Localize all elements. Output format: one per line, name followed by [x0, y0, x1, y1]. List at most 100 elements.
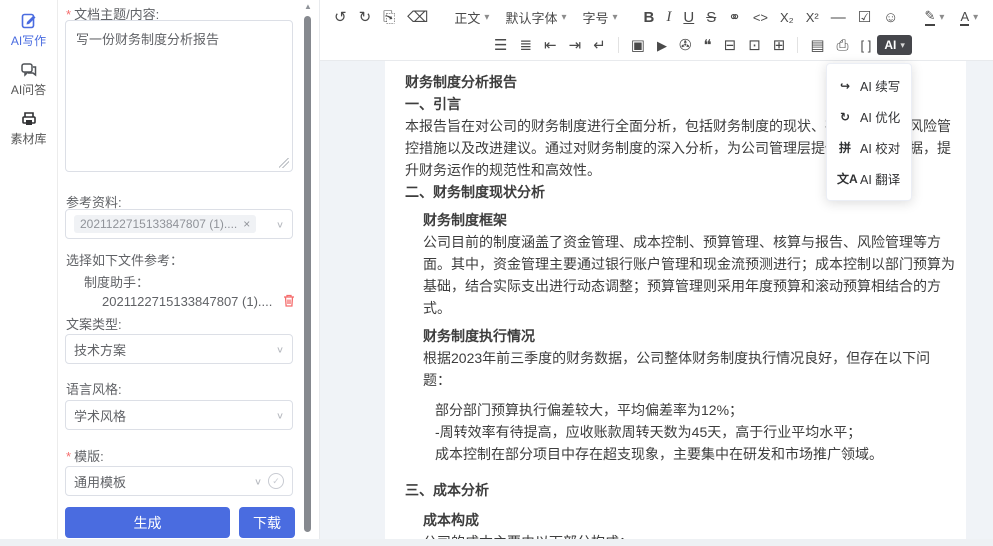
insert-video-icon[interactable]: ▶ — [651, 37, 673, 54]
remove-tag-icon[interactable]: × — [243, 217, 250, 231]
reference-file-name: 2021122715133847807 (1).... — [102, 294, 272, 309]
ai-optimize-icon: ↻ — [837, 110, 853, 124]
highlight-pen-icon: ✎ — [925, 8, 936, 26]
panel-scrollbar[interactable]: ▲ — [303, 0, 313, 539]
chevron-down-icon: ∨ — [276, 219, 284, 229]
code-inline-icon[interactable]: <> — [747, 9, 774, 26]
toolbar-separator — [618, 37, 619, 53]
horizontal-rule-icon[interactable]: — — [825, 8, 852, 27]
required-mark: * — [66, 449, 71, 464]
bullet-list-icon[interactable]: ☰ — [488, 36, 513, 55]
table-icon[interactable]: ⊞ — [767, 36, 792, 55]
template-label: *模版: — [66, 446, 104, 465]
rail-item-label: AI问答 — [0, 81, 57, 98]
menu-item-ai-proofread[interactable]: 拼 AI 校对 — [827, 132, 911, 163]
language-style-label: 语言风格: — [66, 379, 122, 398]
doc-paragraph: 公司的成本主要由以下部分构成： — [423, 531, 956, 539]
task-list-icon[interactable]: ☑ — [852, 8, 877, 27]
outdent-icon[interactable]: ⇤ — [538, 36, 563, 55]
chevron-down-icon: ∨ — [276, 344, 284, 354]
font-family-dropdown[interactable]: 默认字体▾ — [497, 6, 574, 29]
rail-item-label: AI写作 — [0, 32, 57, 49]
copy-type-select[interactable]: 技术方案 ∨ — [65, 334, 293, 364]
scrollbar-thumb[interactable] — [304, 16, 311, 532]
fullscreen-icon[interactable]: [ ] — [855, 37, 878, 54]
caret-down-icon: ▾ — [561, 12, 566, 23]
menu-item-ai-optimize[interactable]: ↻ AI 优化 — [827, 101, 911, 132]
caret-down-icon: ▾ — [900, 40, 905, 51]
menu-item-ai-translate[interactable]: 文A AI 翻译 — [827, 163, 911, 194]
italic-icon[interactable]: I — [660, 8, 677, 27]
blockquote-icon[interactable]: ❝ — [698, 36, 718, 55]
font-color-icon: A — [960, 9, 969, 26]
topic-input[interactable]: 写一份财务制度分析报告 — [65, 20, 293, 172]
highlight-color-dropdown[interactable]: ✎ ▾ — [917, 6, 953, 28]
doc-subheading: 财务制度框架 — [423, 209, 956, 231]
reference-select[interactable]: 2021122715133847807 (1).... × ∨ — [65, 209, 293, 239]
doc-paragraph: 公司目前的制度涵盖了资金管理、成本控制、预算管理、核算与报告、风险管理等方面。其… — [423, 231, 956, 319]
language-style-select[interactable]: 学术风格 ∨ — [65, 400, 293, 430]
divider-icon[interactable]: ⊟ — [718, 36, 743, 55]
reference-file-tag[interactable]: 2021122715133847807 (1).... × — [74, 215, 256, 233]
page-setup-icon[interactable]: ▤ — [804, 36, 830, 55]
underline-icon[interactable]: U — [677, 8, 700, 27]
ai-tools-button[interactable]: AI▾ — [877, 35, 912, 55]
font-color-dropdown[interactable]: A ▾ — [952, 7, 986, 28]
bottom-strip — [0, 539, 993, 546]
rail-item-material-library[interactable]: 素材库 — [0, 98, 57, 147]
doc-pen-icon — [0, 12, 57, 30]
doc-list-item: 成本控制在部分项目中存在超支现象，主要集中在研发和市场推广领域。 — [435, 443, 956, 465]
ordered-list-icon[interactable]: ≣ — [513, 36, 538, 55]
template-select[interactable]: 通用模板 ∨ ✓ — [65, 466, 293, 496]
ai-proofread-icon: 拼 — [837, 139, 853, 156]
clear-format-icon[interactable]: ⌫ — [401, 8, 434, 27]
superscript-icon[interactable]: X² — [800, 9, 825, 26]
caret-down-icon: ▾ — [613, 12, 618, 23]
library-icon — [0, 110, 57, 128]
bold-icon[interactable]: B — [638, 8, 661, 27]
rail-item-ai-qa[interactable]: AI问答 — [0, 49, 57, 98]
ai-writing-app: AI写作 AI问答 素材库 *文档主题/内容: 写一份财务制度分析报告 参 — [0, 0, 993, 546]
link-icon[interactable]: ⚭ — [722, 8, 747, 27]
rail-item-label: 素材库 — [0, 130, 57, 147]
undo-icon[interactable]: ↺ — [328, 8, 353, 27]
paragraph-style-dropdown[interactable]: 正文▾ — [446, 6, 497, 29]
toolbar-row-1: ↺ ↻ ⎘ ⌫ 正文▾ 默认字体▾ 字号▾ B I U S ⚭ — [328, 4, 989, 30]
copy-type-label: 文案类型: — [66, 314, 122, 333]
doc-subheading: 成本构成 — [423, 509, 956, 531]
delete-file-icon[interactable] — [282, 293, 296, 313]
doc-list-item: -周转效率有待提高，应收账款周转天数为45天，高于行业平均水平； — [435, 421, 956, 443]
font-size-dropdown[interactable]: 字号▾ — [574, 6, 625, 29]
doc-list-item: 部分部门预算执行偏差较大，平均偏差率为12%； — [435, 399, 956, 421]
insert-image-icon[interactable]: ▣ — [625, 36, 651, 55]
doc-paragraph: 根据2023年前三季度的财务数据，公司整体财务制度执行情况良好，但存在以下问题： — [423, 347, 956, 391]
editor-toolbar: ↺ ↻ ⎘ ⌫ 正文▾ 默认字体▾ 字号▾ B I U S ⚭ — [320, 0, 993, 61]
scroll-up-icon[interactable]: ▲ — [303, 2, 313, 11]
toolbar-row-2: ☰ ≣ ⇤ ⇥ ↵ ▣ ▶ ✇ ❝ ⊟ ⊡ ⊞ ▤ ⎙ [ ] AI▾ — [488, 32, 912, 58]
assistant-label: 制度助手： — [84, 272, 149, 291]
print-icon[interactable]: ⎙ — [831, 36, 855, 55]
download-button[interactable]: 下载 — [239, 507, 295, 538]
menu-item-ai-continue[interactable]: ↪ AI 续写 — [827, 70, 911, 101]
code-block-icon[interactable]: ⊡ — [742, 36, 767, 55]
chat-bubbles-icon — [0, 61, 57, 79]
attachment-icon[interactable]: ✇ — [673, 36, 698, 55]
subscript-icon[interactable]: X₂ — [774, 9, 800, 26]
indent-icon[interactable]: ⇥ — [563, 36, 588, 55]
caret-down-icon: ▾ — [939, 12, 944, 23]
writing-form-panel: *文档主题/内容: 写一份财务制度分析报告 参考资料: 202112271513… — [58, 0, 303, 539]
emoji-icon[interactable]: ☺ — [877, 8, 904, 27]
redo-icon[interactable]: ↻ — [353, 8, 378, 27]
text-wrap-icon[interactable]: ↵ — [587, 36, 612, 55]
file-section-label: 选择如下文件参考： — [66, 250, 183, 269]
ai-tools-menu: ↪ AI 续写 ↻ AI 优化 拼 AI 校对 文A AI 翻译 — [826, 63, 912, 201]
rail-item-ai-writing[interactable]: AI写作 — [0, 0, 57, 49]
chevron-down-icon: ∨ — [254, 476, 262, 486]
strikethrough-icon[interactable]: S — [700, 8, 722, 27]
icon-rail: AI写作 AI问答 素材库 — [0, 0, 58, 539]
generate-button[interactable]: 生成 — [65, 507, 230, 538]
doc-subheading: 财务制度执行情况 — [423, 325, 956, 347]
format-painter-icon[interactable]: ⎘ — [377, 8, 401, 27]
ai-continue-icon: ↪ — [837, 79, 853, 93]
doc-heading: 三、成本分析 — [405, 479, 956, 501]
